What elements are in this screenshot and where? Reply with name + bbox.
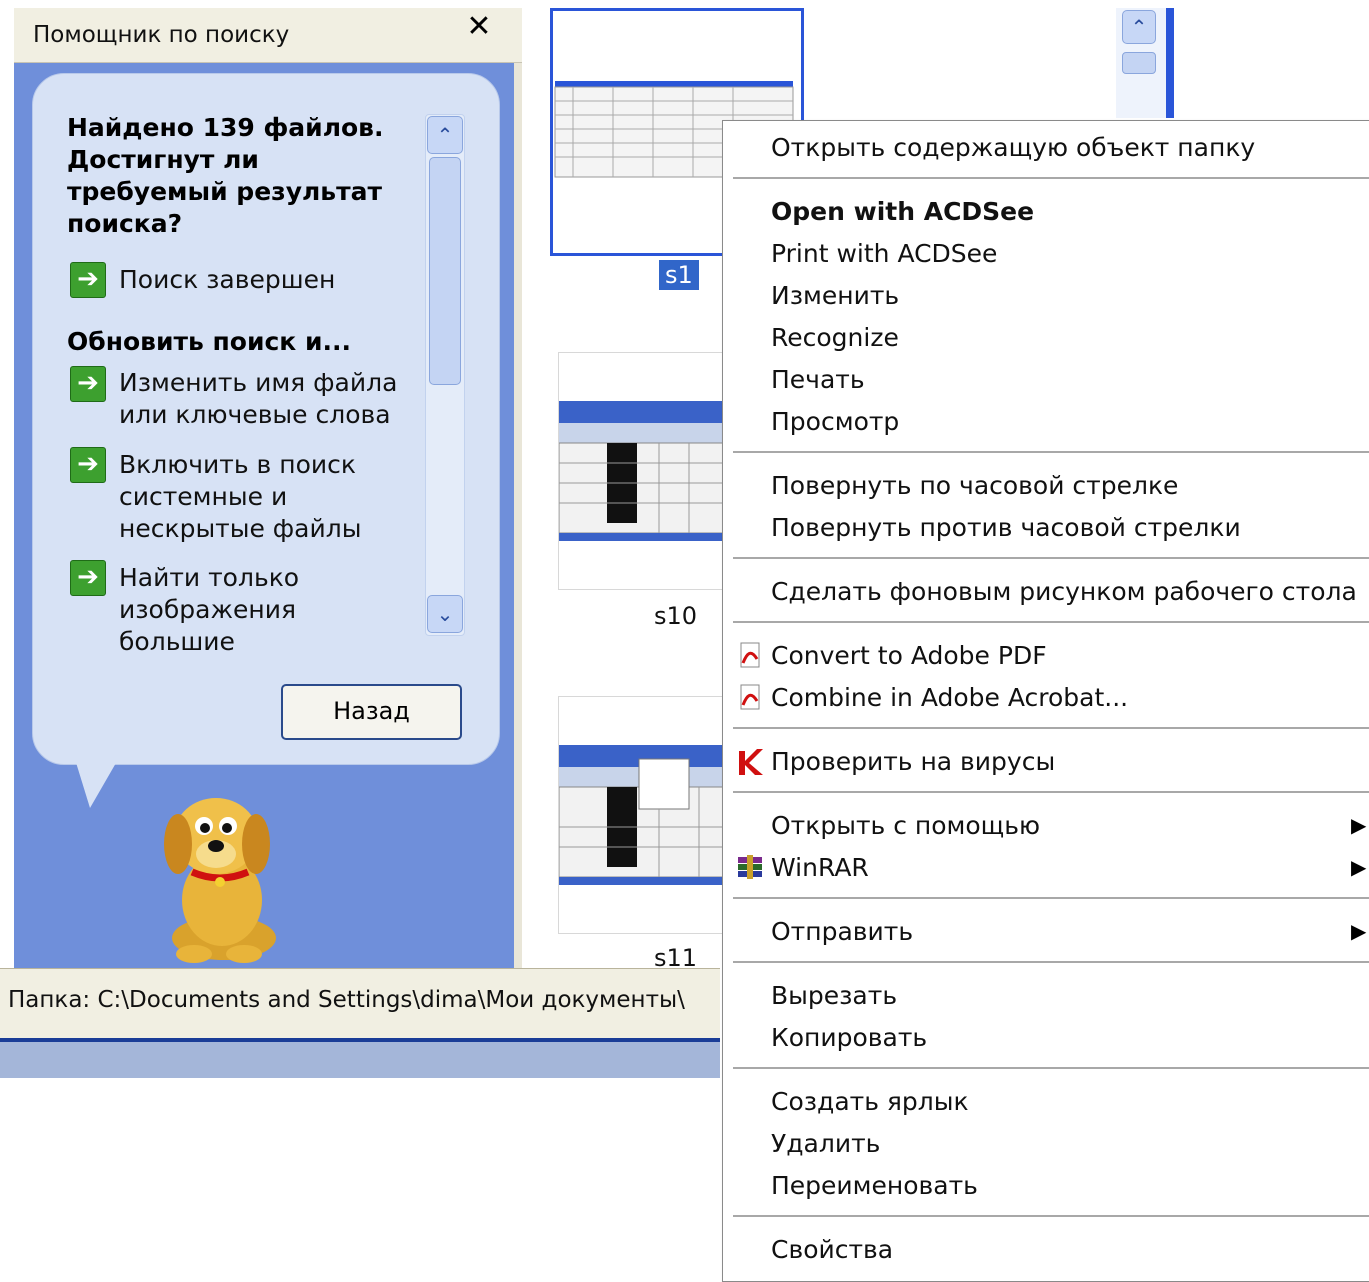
- winrar-icon: [738, 855, 762, 879]
- menu-separator: [733, 1067, 1369, 1069]
- search-dog-icon[interactable]: [144, 788, 304, 968]
- menu-item-open-with[interactable]: Открыть с помощью: [771, 811, 1040, 840]
- menu-separator: [733, 791, 1369, 793]
- taskbar-strip: [0, 1038, 720, 1078]
- menu-item-send-to[interactable]: Отправить: [771, 917, 913, 946]
- menu-item-convert-pdf[interactable]: Convert to Adobe PDF: [771, 641, 1047, 670]
- context-menu: Открыть содержащую объект папку Open wit…: [722, 120, 1369, 1282]
- thumbnail-s11[interactable]: [558, 696, 728, 934]
- menu-separator: [733, 621, 1369, 623]
- green-arrow-icon[interactable]: ➔: [70, 366, 106, 402]
- menu-item-preview[interactable]: Просмотр: [771, 407, 899, 436]
- adobe-pdf-icon: [740, 684, 760, 710]
- refine-link-images[interactable]: Найти только изображения большие: [119, 562, 419, 658]
- menu-item-rotate-clockwise[interactable]: Повернуть по часовой стрелке: [771, 471, 1178, 500]
- submenu-arrow-icon: ▶: [1351, 813, 1367, 837]
- menu-item-copy[interactable]: Копировать: [771, 1023, 927, 1052]
- thumbnail-label-s1[interactable]: s1: [659, 260, 699, 290]
- menu-item-rotate-counterclockwise[interactable]: Повернуть против часовой стрелки: [771, 513, 1241, 542]
- scroll-up-icon[interactable]: ⌃: [427, 116, 463, 154]
- menu-separator: [733, 727, 1369, 729]
- menu-item-print[interactable]: Печать: [771, 365, 865, 394]
- search-done-link[interactable]: Поиск завершен: [119, 264, 419, 296]
- pane-scrollbar[interactable]: ⌃ ⌄: [425, 114, 465, 636]
- menu-item-winrar[interactable]: WinRAR: [771, 853, 869, 882]
- refine-heading: Обновить поиск и...: [67, 327, 351, 356]
- menu-separator: [733, 897, 1369, 899]
- thumbnail-label-s10[interactable]: s10: [654, 602, 697, 630]
- green-arrow-icon[interactable]: ➔: [70, 262, 106, 298]
- scrollbar-thumb[interactable]: [429, 157, 461, 385]
- menu-item-virus-scan[interactable]: Проверить на вирусы: [771, 747, 1055, 776]
- menu-item-open-acdsee[interactable]: Open with ACDSee: [771, 197, 1034, 226]
- menu-item-open-containing-folder[interactable]: Открыть содержащую объект папку: [771, 133, 1255, 162]
- thumbnail-image: [558, 401, 726, 541]
- menu-separator: [733, 557, 1369, 559]
- pane-divider[interactable]: [514, 63, 522, 975]
- thumbnail-image: [558, 745, 726, 885]
- close-icon[interactable]: ✕: [462, 10, 496, 44]
- speech-balloon-tail: [74, 756, 120, 808]
- kaspersky-icon: [739, 749, 763, 775]
- menu-item-delete[interactable]: Удалить: [771, 1129, 880, 1158]
- pane-title: Помощник по поиску: [33, 22, 290, 48]
- explorer-scrollbar[interactable]: ⌃: [1116, 8, 1174, 118]
- submenu-arrow-icon: ▶: [1351, 855, 1367, 879]
- menu-item-print-acdsee[interactable]: Print with ACDSee: [771, 239, 997, 268]
- menu-item-rename[interactable]: Переименовать: [771, 1171, 978, 1200]
- menu-item-properties[interactable]: Свойства: [771, 1235, 893, 1264]
- thumbnail-s10[interactable]: [558, 352, 728, 590]
- search-companion-pane: Помощник по поиску ✕ Найдено 139 файлов.…: [14, 8, 522, 1073]
- green-arrow-icon[interactable]: ➔: [70, 560, 106, 596]
- status-folder-path: Папка: C:\Documents and Settings\dima\Мо…: [8, 987, 685, 1013]
- menu-item-set-wallpaper[interactable]: Сделать фоновым рисунком рабочего стола: [771, 577, 1357, 606]
- menu-item-edit[interactable]: Изменить: [771, 281, 899, 310]
- refine-link-system-files[interactable]: Включить в поиск системные и нескрытые ф…: [119, 449, 379, 545]
- menu-separator: [733, 451, 1369, 453]
- status-bar: Папка: C:\Documents and Settings\dima\Мо…: [0, 968, 720, 1039]
- green-arrow-icon[interactable]: ➔: [70, 447, 106, 483]
- menu-item-recognize[interactable]: Recognize: [771, 323, 899, 352]
- menu-separator: [733, 177, 1369, 179]
- scrollbar-thumb[interactable]: [1122, 52, 1156, 74]
- back-button[interactable]: Назад: [281, 684, 462, 740]
- scroll-down-icon[interactable]: ⌄: [427, 595, 463, 633]
- menu-item-create-shortcut[interactable]: Создать ярлык: [771, 1087, 969, 1116]
- result-question: Найдено 139 файлов. Достигнут ли требуем…: [67, 113, 384, 238]
- menu-separator: [733, 1215, 1369, 1217]
- refine-link-name-keywords[interactable]: Изменить имя файла или ключевые слова: [119, 367, 419, 431]
- menu-item-combine-acrobat[interactable]: Combine in Adobe Acrobat...: [771, 683, 1128, 712]
- submenu-arrow-icon: ▶: [1351, 919, 1367, 943]
- thumbnail-label-s11[interactable]: s11: [654, 944, 697, 972]
- pane-title-bar: Помощник по поиску ✕: [14, 8, 522, 63]
- scroll-up-icon[interactable]: ⌃: [1122, 10, 1156, 44]
- adobe-pdf-icon: [740, 642, 760, 668]
- menu-separator: [733, 961, 1369, 963]
- menu-item-cut[interactable]: Вырезать: [771, 981, 897, 1010]
